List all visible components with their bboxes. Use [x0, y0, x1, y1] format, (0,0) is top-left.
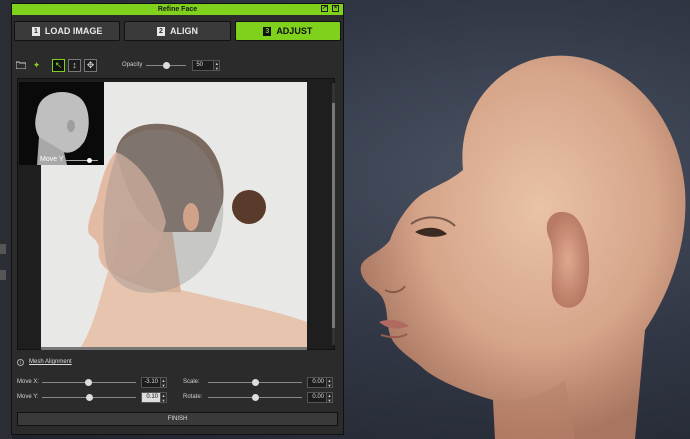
tab-align[interactable]: 2 ALIGN — [124, 21, 231, 41]
mesh-preview-inset: Move Y — [19, 82, 104, 165]
step-number: 1 — [31, 26, 40, 36]
tab-adjust[interactable]: 3 ADJUST — [234, 21, 341, 41]
3d-viewport[interactable] — [345, 0, 690, 439]
vertical-scroll-thumb[interactable] — [332, 103, 335, 328]
scale-slider[interactable] — [208, 378, 302, 386]
move-all-icon[interactable]: ✥ — [84, 58, 97, 72]
opacity-label: Opacity — [122, 62, 143, 68]
window-title: Refine Face — [157, 6, 198, 13]
viewport-marker — [0, 270, 6, 280]
tab-load-image[interactable]: 1 LOAD IMAGE — [14, 21, 121, 41]
move-y-param-label: Move Y: — [17, 394, 39, 400]
close-icon[interactable]: × — [332, 5, 339, 12]
scale-row: Scale: 0.00 ▲ ▼ — [183, 376, 333, 388]
viewport-marker — [0, 244, 6, 254]
move-y-guide-line — [66, 160, 98, 161]
scale-input[interactable]: 0.00 — [307, 376, 327, 388]
move-y-label: Move Y — [40, 156, 64, 163]
horizontal-scrollbar[interactable] — [41, 347, 307, 350]
undock-icon[interactable]: ↗ — [321, 5, 328, 12]
step-label: ALIGN — [169, 26, 198, 36]
image-canvas[interactable]: Move Y — [17, 78, 335, 350]
folder-icon[interactable] — [14, 59, 27, 72]
mesh-alignment-row: i Mesh Alignment — [17, 357, 72, 367]
scale-spinner[interactable]: ▲ ▼ — [327, 376, 333, 388]
rotate-knob[interactable] — [252, 393, 259, 401]
step-label: ADJUST — [276, 26, 313, 36]
opacity-input[interactable]: 50 — [192, 59, 215, 71]
opacity-spinner[interactable]: ▲ ▼ — [214, 59, 221, 71]
move-x-knob[interactable] — [85, 378, 92, 386]
finish-button[interactable]: FINISH — [17, 412, 338, 426]
vertical-scrollbar[interactable] — [332, 83, 335, 345]
move-y-input[interactable]: 0.10 — [141, 391, 161, 403]
opacity-slider[interactable] — [146, 61, 187, 69]
move-vertical-icon[interactable]: ↕ — [68, 58, 81, 72]
move-y-handle[interactable] — [87, 158, 92, 163]
move-y-knob[interactable] — [86, 393, 93, 401]
horizontal-scroll-thumb[interactable] — [41, 347, 307, 350]
move-y-slider[interactable] — [42, 393, 136, 401]
step-tabs: 1 LOAD IMAGE 2 ALIGN 3 ADJUST — [14, 21, 341, 43]
refine-face-panel: Refine Face ↗ × 1 LOAD IMAGE 2 ALIGN 3 A… — [11, 3, 344, 435]
titlebar: Refine Face ↗ × — [12, 4, 343, 15]
opacity-slider-knob[interactable] — [163, 61, 171, 69]
rotate-slider[interactable] — [208, 393, 302, 401]
move-x-label: Move X: — [17, 379, 40, 385]
step-label: LOAD IMAGE — [44, 26, 103, 36]
rotate-spinner[interactable]: ▲ ▼ — [327, 391, 333, 403]
rotate-label: Rotate: — [183, 394, 203, 400]
step-number: 2 — [156, 26, 165, 36]
move-x-slider[interactable] — [42, 378, 136, 386]
move-y-spinner[interactable]: ▲ ▼ — [161, 391, 167, 403]
3d-head-render — [360, 55, 686, 439]
step-number: 3 — [263, 26, 272, 36]
select-arrow-icon[interactable]: ↖ — [52, 58, 65, 72]
mesh-alignment-link[interactable]: Mesh Alignment — [29, 359, 72, 365]
scale-label: Scale: — [183, 379, 200, 385]
mesh-head-preview — [35, 92, 89, 165]
scale-knob[interactable] — [252, 378, 259, 386]
move-x-input[interactable]: -3.10 — [141, 376, 161, 388]
move-x-row: Move X: -3.10 ▲ ▼ — [17, 376, 167, 388]
info-icon[interactable]: i — [17, 358, 24, 366]
rotate-row: Rotate: 0.00 ▲ ▼ — [183, 391, 333, 403]
move-y-row: Move Y: 0.10 ▲ ▼ — [17, 391, 167, 403]
sparkle-icon[interactable]: ✦ — [30, 59, 43, 72]
move-x-spinner[interactable]: ▲ ▼ — [161, 376, 167, 388]
rotate-input[interactable]: 0.00 — [307, 391, 327, 403]
toolbar: ✦ ↖ ↕ ✥ Opacity 50 ▲ ▼ — [14, 56, 341, 74]
